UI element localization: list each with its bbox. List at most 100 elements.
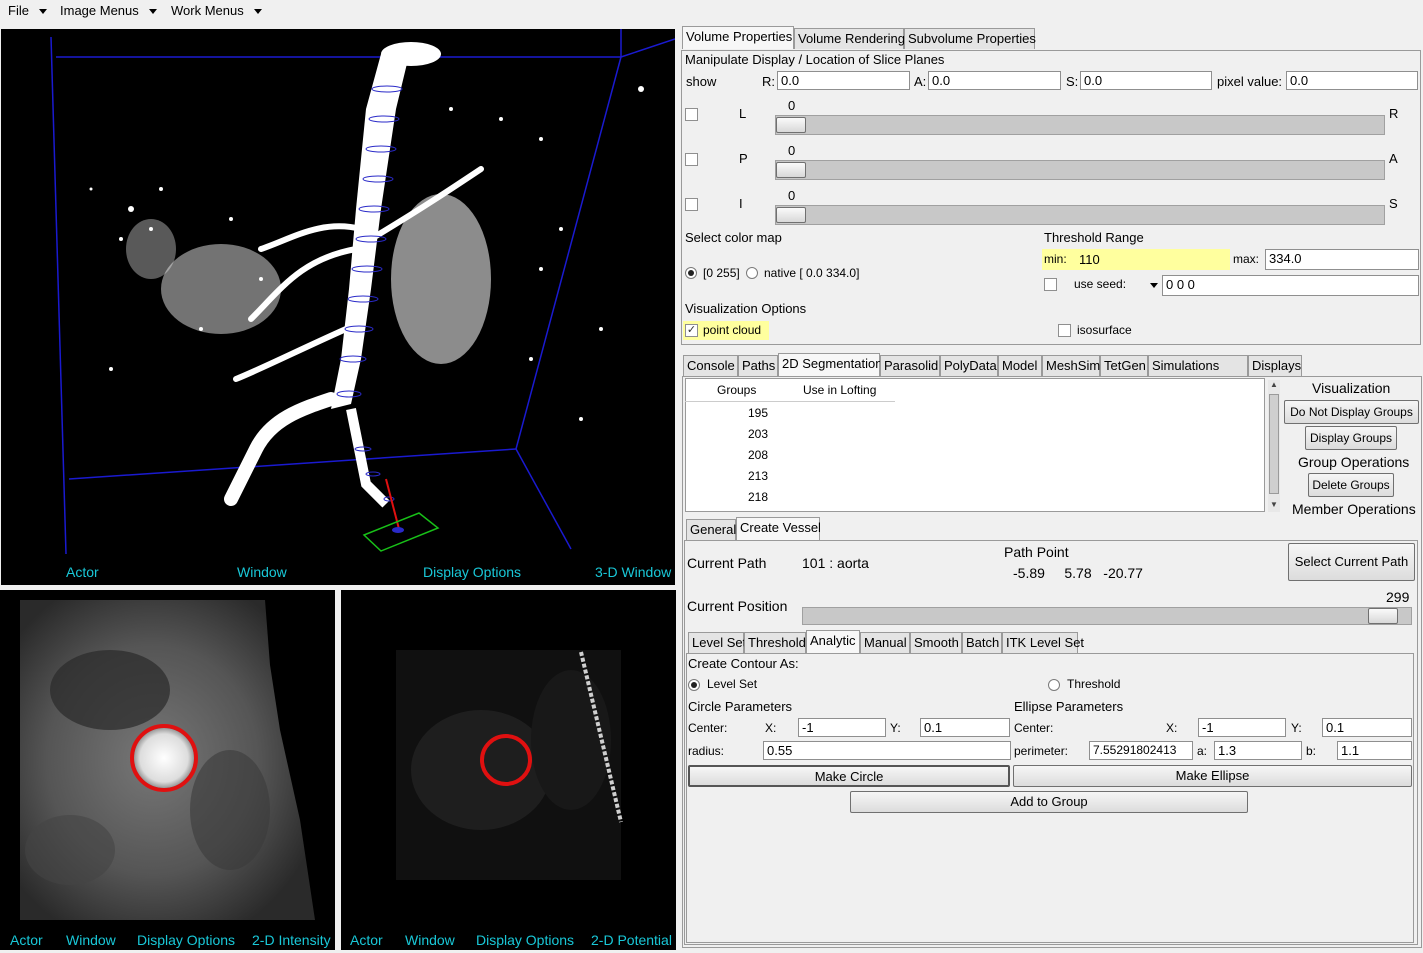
a-param-field[interactable]: 1.3 [1214,741,1302,760]
intensity-display-options-link[interactable]: Display Options [137,932,235,948]
tab-volume-rendering[interactable]: Volume Rendering [794,28,905,49]
slice-i-checkbox[interactable] [685,198,698,211]
list-item[interactable]: 203 [748,427,768,441]
current-position-thumb[interactable] [1368,608,1399,624]
display-groups-button[interactable]: Display Groups [1305,426,1397,450]
slice-l-thumb[interactable] [776,117,806,133]
point-cloud-checkbox[interactable]: ✓ [685,324,698,337]
tab-model[interactable]: Model [998,355,1042,376]
tab-simulations[interactable]: Simulations [1148,355,1248,376]
list-item[interactable]: 213 [748,469,768,483]
ellipse-y-field[interactable]: 0.1 [1322,718,1412,737]
menu-file[interactable]: File [8,3,47,18]
view-3d[interactable] [1,29,675,585]
groups-scrollbar[interactable]: ▲ ▼ [1268,380,1280,512]
circle-x-field[interactable]: -1 [798,718,886,737]
colormap-native-radio[interactable] [746,267,758,279]
slice-i-slider[interactable] [775,205,1385,225]
tab-displays[interactable]: Displays [1248,355,1302,376]
list-item[interactable]: 195 [748,406,768,420]
b-param-field[interactable]: 1.1 [1337,741,1412,760]
scroll-down-icon[interactable]: ▼ [1270,500,1278,509]
threshold-radio-label: Threshold [1067,677,1121,691]
tab-polydata[interactable]: PolyData [940,355,998,376]
view-3d-actor-link[interactable]: Actor [66,564,99,580]
levelset-radio[interactable] [688,679,700,691]
tab-manual[interactable]: Manual [860,632,910,653]
list-item[interactable]: 218 [748,490,768,504]
tab-batch[interactable]: Batch [962,632,1002,653]
tab-itk-level-set[interactable]: ITK Level Set [1002,632,1084,653]
slice-p-thumb[interactable] [776,162,806,178]
intensity-window-link[interactable]: Window [66,932,116,948]
view-2d-potential[interactable]: Actor Window Display Options 2-D Potenti… [341,590,676,950]
groups-column-header[interactable]: Groups [717,383,756,397]
tab-paths[interactable]: Paths [738,355,778,376]
max-field[interactable]: 334.0 [1265,249,1419,270]
threshold-radio[interactable] [1048,679,1060,691]
tab-general[interactable]: General [686,519,736,540]
seed-dropdown-icon[interactable] [1150,283,1158,288]
delete-groups-button[interactable]: Delete Groups [1308,473,1394,497]
tab-2d-segmentation[interactable]: 2D Segmentation [778,353,882,376]
use-seed-checkbox[interactable] [1044,278,1057,291]
s-field[interactable]: 0.0 [1080,71,1212,90]
current-path-label: Current Path [687,555,767,571]
groups-list[interactable] [685,378,1265,512]
menu-image[interactable]: Image Menus [60,3,157,18]
ellipse-x-field[interactable]: -1 [1198,718,1286,737]
levelset-radio-label: Level Set [707,677,758,691]
radius-field[interactable]: 0.55 [763,741,1011,760]
tab-create-vessel[interactable]: Create Vessel [736,517,821,540]
threshold-range-label: Threshold Range [1044,230,1144,245]
circle-center-label: Center: [688,721,728,735]
do-not-display-groups-button[interactable]: Do Not Display Groups [1284,400,1419,424]
scroll-up-icon[interactable]: ▲ [1270,380,1278,389]
slice-p-slider[interactable] [775,160,1385,180]
lofting-column-header[interactable]: Use in Lofting [803,383,876,397]
slice-l-checkbox[interactable] [685,108,698,121]
intensity-actor-link[interactable]: Actor [10,932,43,948]
scroll-thumb[interactable] [1269,394,1279,494]
menu-file-label: File [8,3,29,18]
slice-i-thumb[interactable] [776,207,806,223]
view-3d-display-options-link[interactable]: Display Options [423,564,521,580]
isosurface-checkbox[interactable] [1058,324,1071,337]
tab-volume-properties[interactable]: Volume Properties [682,26,794,49]
make-ellipse-button[interactable]: Make Ellipse [1013,765,1412,787]
select-current-path-button[interactable]: Select Current Path [1288,543,1415,581]
add-to-group-button[interactable]: Add to Group [850,791,1248,813]
view-3d-window-link[interactable]: Window [237,564,287,580]
visualization-heading: Visualization [1312,380,1391,396]
tab-console[interactable]: Console [683,355,738,376]
tab-level-set[interactable]: Level Set [688,632,746,653]
view-2d-intensity[interactable]: Actor Window Display Options 2-D Intensi… [0,590,335,950]
a-field[interactable]: 0.0 [928,71,1061,90]
potential-display-options-link[interactable]: Display Options [476,932,574,948]
tab-tetgen[interactable]: TetGen [1100,355,1148,376]
ellipse-y-label: Y: [1291,721,1302,735]
tab-meshsim[interactable]: MeshSim [1042,355,1100,376]
circle-y-field[interactable]: 0.1 [920,718,1010,737]
potential-actor-link[interactable]: Actor [350,932,383,948]
slice-l-slider[interactable] [775,115,1385,135]
list-item[interactable]: 208 [748,448,768,462]
show-label: show [686,74,717,89]
tab-smooth[interactable]: Smooth [910,632,962,653]
a-label: A: [914,74,927,89]
current-position-slider[interactable] [802,607,1412,625]
menu-work[interactable]: Work Menus [171,3,262,18]
tab-subvolume-properties[interactable]: Subvolume Properties [904,28,1036,49]
perimeter-field[interactable]: 7.55291802413 [1089,741,1193,760]
slice-p-checkbox[interactable] [685,153,698,166]
make-circle-button[interactable]: Make Circle [688,765,1010,787]
tab-parasolid[interactable]: Parasolid [880,355,940,376]
potential-window-link[interactable]: Window [405,932,455,948]
tab-analytic[interactable]: Analytic [806,630,860,653]
min-field[interactable]: 110 [1075,250,1225,269]
colormap-255-radio[interactable] [685,267,697,279]
tab-threshold[interactable]: Threshold [744,632,806,653]
pixel-value-field[interactable]: 0.0 [1286,71,1418,90]
seed-field[interactable]: 0 0 0 [1162,275,1419,296]
r-field[interactable]: 0.0 [777,71,910,90]
